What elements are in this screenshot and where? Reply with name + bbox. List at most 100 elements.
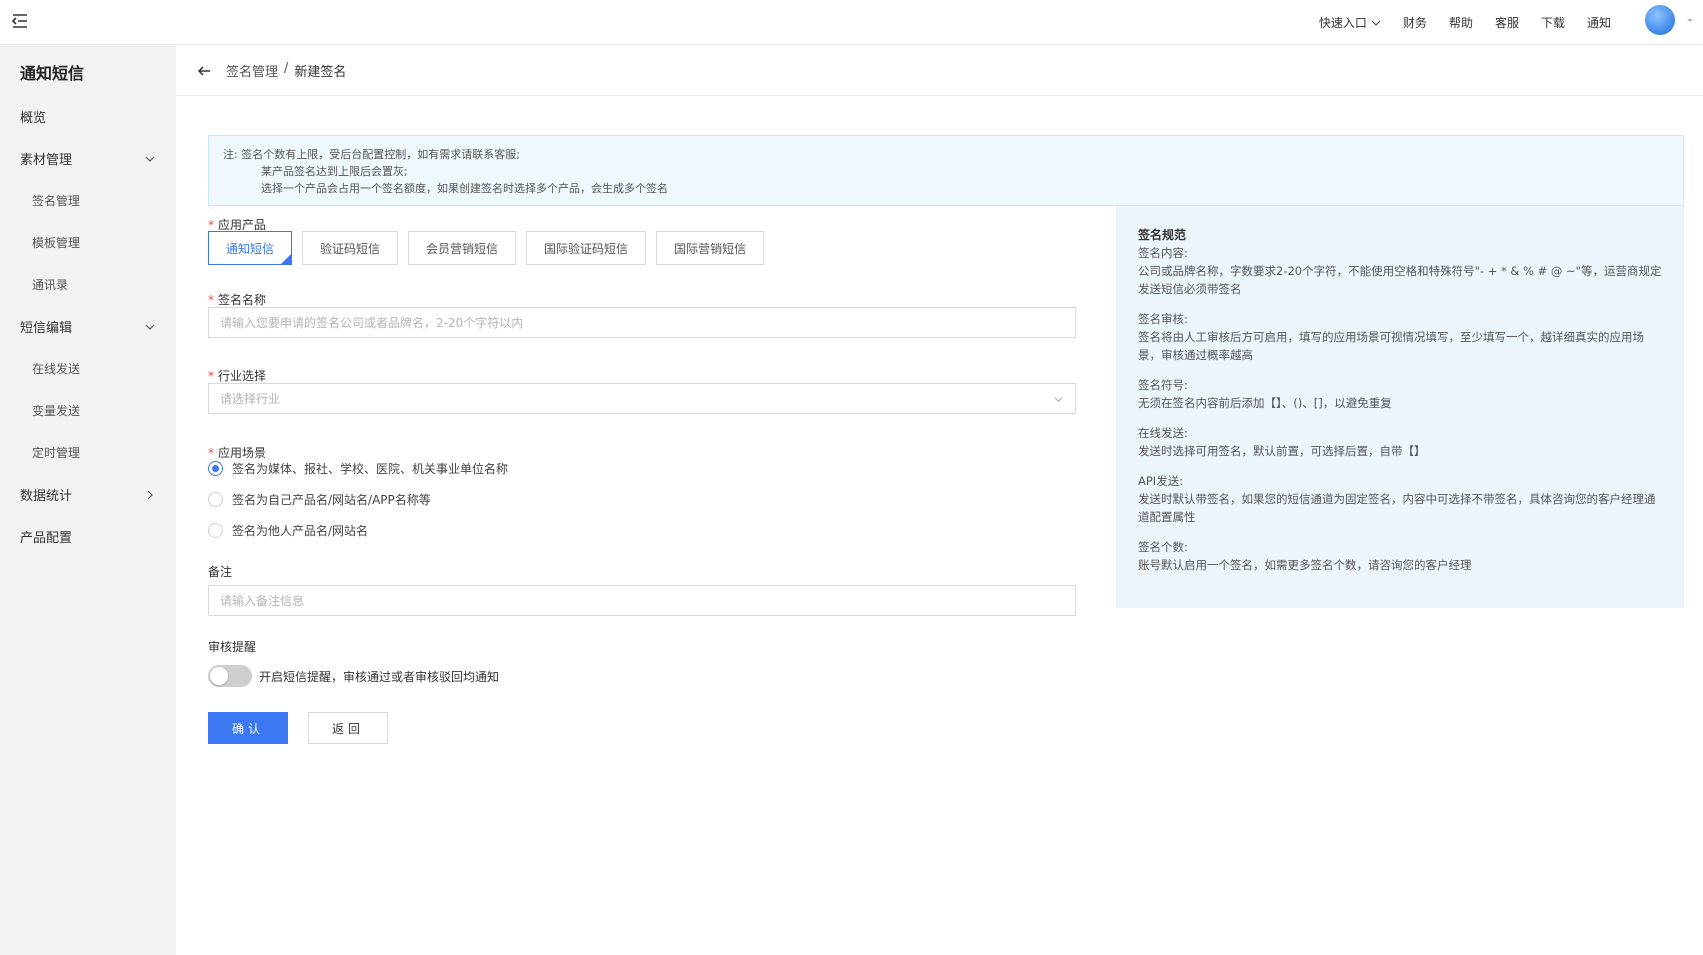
sidebar-item-signature-mgmt[interactable]: 签名管理 <box>0 185 176 215</box>
breadcrumb: 签名管理 / 新建签名 <box>226 61 346 80</box>
radio-checked[interactable] <box>208 461 223 476</box>
sidebar-item-label: 短信编辑 <box>20 320 73 336</box>
rules-body: 账号默认启用一个签名，如需更多签名个数，请咨询您的客户经理 <box>1138 558 1472 572</box>
scene-option-label: 签名为媒体、报社、学校、医院、机关事业单位名称 <box>232 462 509 476</box>
sidebar-item-label: 在线发送 <box>32 361 81 376</box>
remark-input[interactable] <box>208 585 1076 616</box>
sidebar-item-scheduled[interactable]: 定时管理 <box>0 437 176 467</box>
sidebar-item-contacts[interactable]: 通讯录 <box>0 269 176 299</box>
nav-finance[interactable]: 财务 <box>1403 14 1427 31</box>
required-mark: * <box>208 369 214 383</box>
review-toggle-row: 开启短信提醒，审核通过或者审核驳回均通知 <box>208 665 499 687</box>
confirm-button[interactable]: 确认 <box>208 712 288 744</box>
chevron-right-icon <box>147 490 153 500</box>
product-option-verification[interactable]: 验证码短信 <box>302 231 399 265</box>
required-mark: * <box>208 446 214 460</box>
rules-section: 签名个数: 账号默认启用一个签名，如需更多签名个数，请咨询您的客户经理 <box>1138 538 1662 574</box>
review-toggle-text: 开启短信提醒，审核通过或者审核驳回均通知 <box>259 669 500 684</box>
sidebar-item-label: 产品配置 <box>20 530 73 546</box>
notice-banner: 注: 签名个数有上限，受后台配置控制，如有需求请联系客服; 某产品签名达到上限后… <box>208 135 1684 206</box>
scene-option-own-product[interactable]: 签名为自己产品名/网站名/APP名称等 <box>208 491 431 508</box>
rules-body: 签名将由人工审核后方可启用，填写的应用场景可视情况填写，至少填写一个，越详细真实… <box>1138 330 1644 362</box>
radio-unchecked[interactable] <box>208 492 223 507</box>
industry-label: * 行业选择 <box>208 367 266 384</box>
product-option-notification[interactable]: 通知短信 <box>208 231 293 265</box>
nav-notifications[interactable]: 通知 <box>1587 14 1611 31</box>
sidebar-item-product-config[interactable]: 产品配置 <box>0 521 176 551</box>
required-mark: * <box>208 218 214 232</box>
sidebar-item-variable-send[interactable]: 变量发送 <box>0 395 176 425</box>
breadcrumb-bar: 签名管理 / 新建签名 <box>176 46 1703 96</box>
nav-quick-entry-label: 快速入口 <box>1318 16 1367 30</box>
industry-select[interactable]: 请选择行业 <box>208 383 1076 414</box>
notice-line: 注: 签名个数有上限，受后台配置控制，如有需求请联系客服; <box>223 148 520 161</box>
industry-label-text: 行业选择 <box>218 369 267 383</box>
back-button[interactable]: 返回 <box>308 712 388 744</box>
rules-body: 发送时选择可用签名，默认前置，可选择后置，自带【】 <box>1138 444 1426 458</box>
rules-body: 无须在签名内容前后添加【】、()、[]，以避免重复 <box>1138 396 1392 410</box>
sign-name-label: * 签名名称 <box>208 291 266 308</box>
sidebar-item-online-send[interactable]: 在线发送 <box>0 353 176 383</box>
rules-section: API发送: 发送时默认带签名，如果您的短信通道为固定签名，内容中可选择不带签名… <box>1138 472 1662 526</box>
rules-body: 发送时默认带签名，如果您的短信通道为固定签名，内容中可选择不带签名，具体咨询您的… <box>1138 492 1656 524</box>
rules-section: 在线发送: 发送时选择可用签名，默认前置，可选择后置，自带【】 <box>1138 424 1662 460</box>
nav-quick-entry[interactable]: 快速入口 <box>1319 14 1381 31</box>
sidebar-item-statistics[interactable]: 数据统计 <box>0 479 176 509</box>
radio-unchecked[interactable] <box>208 523 223 538</box>
sidebar-item-label: 定时管理 <box>32 445 81 460</box>
nav-download[interactable]: 下载 <box>1541 14 1565 31</box>
rules-body: 公司或品牌名称，字数要求2-20个字符，不能使用空格和特殊符号"- + * & … <box>1138 264 1662 296</box>
scene-option-media[interactable]: 签名为媒体、报社、学校、医院、机关事业单位名称 <box>208 460 508 477</box>
menu-fold-icon[interactable] <box>10 11 30 31</box>
rules-section: 签名内容: 公司或品牌名称，字数要求2-20个字符，不能使用空格和特殊符号"- … <box>1138 244 1662 298</box>
sidebar-item-label: 变量发送 <box>32 403 81 418</box>
product-option-intl-marketing[interactable]: 国际营销短信 <box>656 231 765 265</box>
breadcrumb-separator: / <box>284 61 289 76</box>
rules-heading: 签名个数: <box>1138 540 1188 554</box>
signature-rules-panel: 签名规范 签名内容: 公司或品牌名称，字数要求2-20个字符，不能使用空格和特殊… <box>1116 206 1684 608</box>
sidebar-item-template-mgmt[interactable]: 模板管理 <box>0 227 176 257</box>
product-options: 通知短信 验证码短信 会员营销短信 国际验证码短信 国际营销短信 <box>208 231 765 265</box>
breadcrumb-current: 新建签名 <box>294 65 347 80</box>
review-label: 审核提醒 <box>208 640 257 654</box>
sidebar-item-label: 数据统计 <box>20 488 73 504</box>
chevron-down-icon <box>145 156 155 162</box>
nav-support[interactable]: 客服 <box>1495 14 1519 31</box>
chevron-down-icon[interactable] <box>1685 16 1695 26</box>
chevron-down-icon <box>1054 397 1063 403</box>
rules-heading: 签名审核: <box>1138 312 1188 326</box>
rules-heading: 签名内容: <box>1138 246 1188 260</box>
sidebar-item-label: 素材管理 <box>20 152 73 168</box>
rules-heading: API发送: <box>1138 474 1184 488</box>
breadcrumb-parent[interactable]: 签名管理 <box>226 61 278 80</box>
avatar[interactable] <box>1645 5 1675 35</box>
product-option-member-marketing[interactable]: 会员营销短信 <box>408 231 517 265</box>
rules-title: 签名规范 <box>1138 228 1187 242</box>
sidebar-item-materials[interactable]: 素材管理 <box>0 143 176 173</box>
notice-line: 某产品签名达到上限后会置灰; <box>261 165 408 178</box>
chevron-down-icon <box>145 324 155 330</box>
arrow-left-icon[interactable] <box>196 63 212 79</box>
review-toggle[interactable] <box>208 665 252 687</box>
scene-option-other-product[interactable]: 签名为他人产品名/网站名 <box>208 522 368 539</box>
product-option-intl-verification[interactable]: 国际验证码短信 <box>526 231 647 265</box>
scene-label-text: 应用场景 <box>218 446 267 460</box>
top-header: 快速入口 财务 帮助 客服 下载 通知 <box>0 0 1703 45</box>
remark-label: 备注 <box>208 565 233 579</box>
sign-name-input[interactable] <box>208 307 1076 338</box>
scene-option-label: 签名为自己产品名/网站名/APP名称等 <box>232 493 431 507</box>
sidebar: 通知短信 概览 素材管理 签名管理 模板管理 通讯录 短信编辑 在线发送 变量发… <box>0 46 176 955</box>
sign-name-label-text: 签名名称 <box>218 293 267 307</box>
required-mark: * <box>208 293 214 307</box>
industry-select-placeholder: 请选择行业 <box>220 392 281 406</box>
scene-option-label: 签名为他人产品名/网站名 <box>232 524 369 538</box>
rules-heading: 在线发送: <box>1138 426 1188 440</box>
sidebar-item-sms-edit[interactable]: 短信编辑 <box>0 311 176 341</box>
nav-help[interactable]: 帮助 <box>1449 14 1473 31</box>
rules-heading: 签名符号: <box>1138 378 1188 392</box>
notice-line: 选择一个产品会占用一个签名额度，如果创建签名时选择多个产品，会生成多个签名 <box>261 182 668 195</box>
scene-label: * 应用场景 <box>208 444 266 461</box>
chevron-down-icon <box>1371 20 1381 26</box>
sidebar-item-overview[interactable]: 概览 <box>0 101 176 131</box>
rules-section: 签名审核: 签名将由人工审核后方可启用，填写的应用场景可视情况填写，至少填写一个… <box>1138 310 1662 364</box>
